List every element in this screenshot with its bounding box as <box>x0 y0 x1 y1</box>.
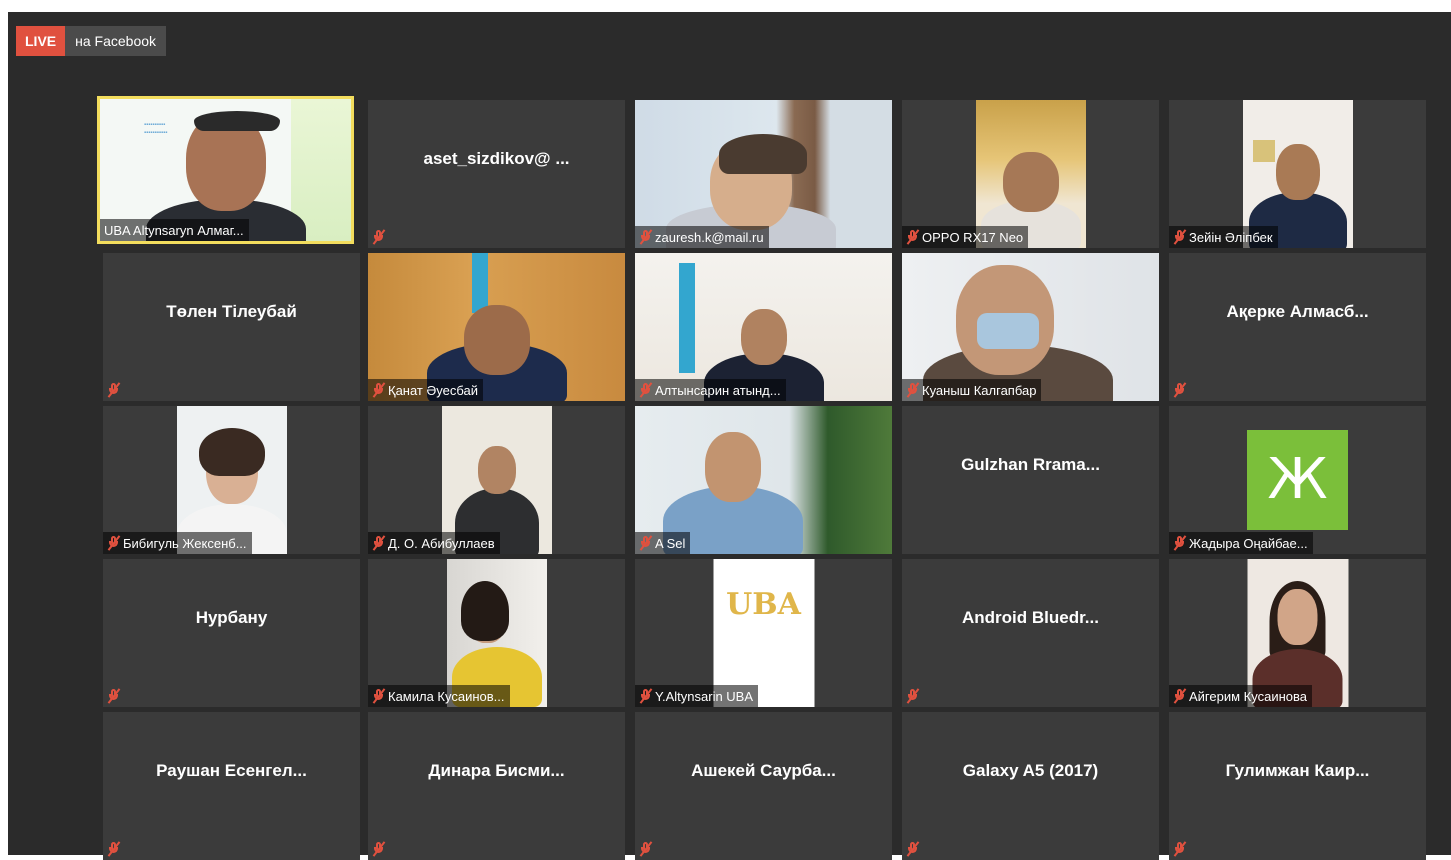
participant-name-label <box>368 838 390 860</box>
mic-muted-icon <box>906 382 920 398</box>
participant-display-name: Динара Бисми... <box>428 761 565 781</box>
participant-tile[interactable]: Ашекей Саурба... <box>635 712 892 860</box>
participant-tile[interactable]: Алтынсарин атынд... <box>635 253 892 401</box>
participant-name-label <box>1169 379 1191 401</box>
mic-muted-icon <box>906 229 920 245</box>
participant-name-label: Камила Кусаинов... <box>368 685 510 707</box>
participant-tile[interactable]: Galaxy A5 (2017) <box>902 712 1159 860</box>
participant-display-name: Ақерке Алмасб... <box>1226 302 1369 322</box>
participant-display-name: Нурбану <box>195 608 268 628</box>
meeting-stage: LIVE на Facebook ▪▪▪▪▪▪▪▪▪▪ ▪▪▪▪▪▪▪▪▪▪▪ U… <box>8 12 1451 860</box>
participant-tile[interactable]: Д. О. Абибуллаев <box>368 406 625 554</box>
mic-muted-icon <box>906 688 920 704</box>
mic-muted-icon <box>1173 382 1187 398</box>
participant-name-label <box>103 685 125 707</box>
live-badge: LIVE <box>16 26 66 56</box>
participant-tile[interactable]: zauresh.k@mail.ru <box>635 100 892 248</box>
participant-name-label: Айгерим Кусаинова <box>1169 685 1312 707</box>
participant-name-label <box>902 685 924 707</box>
participant-name-label <box>103 838 125 860</box>
mic-muted-icon <box>1173 229 1187 245</box>
participant-display-name: Гулимжан Каир... <box>1225 761 1370 781</box>
participant-tile[interactable]: Куаныш Калгапбар <box>902 253 1159 401</box>
participant-display-name: Android Bluedr... <box>962 608 1099 628</box>
participant-tile[interactable]: Нурбану <box>103 559 360 707</box>
participant-display-name: Galaxy A5 (2017) <box>962 761 1099 781</box>
participant-name-label: OPPO RX17 Neo <box>902 226 1029 248</box>
participant-tile[interactable]: Раушан Есенгел... <box>103 712 360 860</box>
participant-name-label: A Sel <box>635 532 691 554</box>
participant-name-label: Зейін Әліпбек <box>1169 226 1278 248</box>
participant-tile[interactable]: ▪▪▪▪▪▪▪▪▪▪ ▪▪▪▪▪▪▪▪▪▪▪ UBA Altynsarуn Алм… <box>97 96 354 244</box>
participant-tile[interactable]: Бибигуль Жексенб... <box>103 406 360 554</box>
participant-tile[interactable]: Ж Жадыра Оңайбае... <box>1169 406 1426 554</box>
participant-tile[interactable]: OPPO RX17 Neo <box>902 100 1159 248</box>
mic-muted-icon <box>107 535 121 551</box>
participant-tile[interactable]: Төлен Тілеубай <box>103 253 360 401</box>
mic-muted-icon <box>372 229 386 245</box>
participant-tile[interactable]: Gulzhan Rrama... <box>902 406 1159 554</box>
participant-display-name: Gulzhan Rrama... <box>961 455 1100 475</box>
uba-logo-icon: UBA <box>726 587 801 622</box>
participant-tile[interactable]: Қанат Әуесбай <box>368 253 625 401</box>
participant-name-label: Алтынсарин атынд... <box>635 379 786 401</box>
participant-tile[interactable]: Гулимжан Каир... <box>1169 712 1426 860</box>
mic-muted-icon <box>107 688 121 704</box>
participant-name-label: Жадыра Оңайбае... <box>1169 532 1313 554</box>
participant-display-name: Раушан Есенгел... <box>156 761 307 781</box>
participant-tile[interactable]: Ақерке Алмасб... <box>1169 253 1426 401</box>
participant-tile[interactable]: Зейін Әліпбек <box>1169 100 1426 248</box>
participant-name-label: Қанат Әуесбай <box>368 379 483 401</box>
participant-name-label <box>902 838 924 860</box>
participant-name-label <box>103 379 125 401</box>
participant-name-label: Y.Altynsarin UBA <box>635 685 759 707</box>
mic-muted-icon <box>639 688 653 704</box>
mic-muted-icon <box>1173 688 1187 704</box>
participant-tile[interactable]: Динара Бисми... <box>368 712 625 860</box>
mic-muted-icon <box>372 688 386 704</box>
participant-tile[interactable]: A Sel <box>635 406 892 554</box>
participant-name-label <box>635 838 657 860</box>
participant-tile[interactable]: UBA Y.Altynsarin UBA <box>635 559 892 707</box>
mic-muted-icon <box>372 382 386 398</box>
participant-name-label: Бибигуль Жексенб... <box>103 532 252 554</box>
participant-tile[interactable]: Айгерим Кусаинова <box>1169 559 1426 707</box>
participant-display-name: Ашекей Саурба... <box>691 761 836 781</box>
participant-tile[interactable]: Камила Кусаинов... <box>368 559 625 707</box>
participant-name-label: Куаныш Калгапбар <box>902 379 1042 401</box>
participant-display-name: Төлен Тілеубай <box>166 302 297 322</box>
mic-muted-icon <box>639 382 653 398</box>
participant-name-label <box>1169 838 1191 860</box>
participant-name-label: Д. О. Абибуллаев <box>368 532 500 554</box>
participant-name-label: zauresh.k@mail.ru <box>635 226 769 248</box>
mic-muted-icon <box>372 535 386 551</box>
mic-muted-icon <box>1173 535 1187 551</box>
participant-tile[interactable]: aset_sizdikov@ ... <box>368 100 625 248</box>
mic-muted-icon <box>639 229 653 245</box>
participant-name-label: UBA Altynsarуn Алмаг... <box>100 219 249 241</box>
participant-tile[interactable]: Android Bluedr... <box>902 559 1159 707</box>
mic-muted-icon <box>639 535 653 551</box>
live-platform-label: на Facebook <box>65 26 167 56</box>
participant-name-label <box>368 226 390 248</box>
participant-avatar: Ж <box>1247 430 1348 530</box>
participant-display-name: aset_sizdikov@ ... <box>423 149 570 169</box>
live-broadcast-indicator: LIVE на Facebook <box>16 26 167 56</box>
mic-muted-icon <box>107 382 121 398</box>
